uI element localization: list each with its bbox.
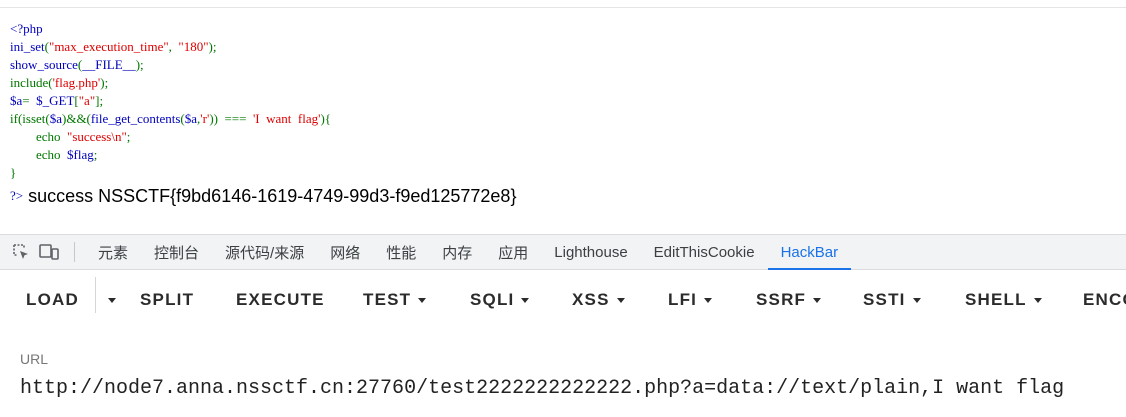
code-token: file_get_contents — [90, 111, 181, 126]
button-label: SHELL — [965, 290, 1027, 309]
hackbar-toolbar: LOAD SPLIT EXECUTE TEST SQLI XSS LFI SSRF SSTI SH… — [0, 269, 1126, 331]
code-token: "a" — [78, 93, 96, 108]
hackbar-enco-button[interactable]: ENCO — [1083, 269, 1126, 331]
code-token: = — [22, 93, 37, 108]
caret-down-icon — [912, 298, 921, 303]
hackbar-execute-button[interactable]: EXECUTE — [236, 269, 325, 331]
button-label: EXECUTE — [236, 290, 325, 309]
hackbar-split-button[interactable]: SPLIT — [140, 269, 194, 331]
caret-down-icon — [521, 298, 530, 303]
caret-down-icon — [1033, 298, 1042, 303]
devtools-tab-hackbar[interactable]: HackBar — [767, 235, 852, 270]
inspect-element-icon[interactable] — [10, 241, 32, 263]
load-divider — [95, 277, 96, 313]
button-label: ENCO — [1083, 290, 1126, 309]
source-line: echo "success\n"; — [10, 128, 331, 146]
url-label: URL — [20, 351, 49, 367]
page-output: ?> success NSSCTF{f9bd6146-1619-4749-99d… — [10, 183, 516, 209]
source-line: include('flag.php'); — [10, 74, 331, 92]
button-label: LFI — [668, 290, 698, 309]
button-label: LOAD — [26, 290, 79, 309]
devtools-tab-内存[interactable]: 内存 — [429, 235, 485, 269]
source-line: <?php — [10, 20, 331, 38]
php-close-tag: ?> — [10, 188, 24, 203]
source-line: show_source(__FILE__); — [10, 56, 331, 74]
output-text: success NSSCTF{f9bd6146-1619-4749-99d3-f… — [23, 185, 517, 206]
code-token: ]; — [95, 93, 104, 108]
code-token: } — [10, 165, 17, 180]
code-token: echo — [10, 147, 68, 162]
code-token: include( — [10, 75, 53, 90]
code-token: )&&( — [62, 111, 91, 126]
code-token: ini_set — [10, 39, 45, 54]
devtools-tab-应用[interactable]: 应用 — [485, 235, 541, 269]
code-token: 'flag.php' — [52, 75, 101, 90]
hackbar-shell-button[interactable]: SHELL — [965, 269, 1042, 331]
code-token: , — [168, 39, 179, 54]
button-label: SPLIT — [140, 290, 195, 309]
code-token: $_GET — [36, 93, 75, 108]
hackbar-ssrf-button[interactable]: SSRF — [756, 269, 822, 331]
button-label: SQLI — [470, 290, 515, 309]
top-divider — [0, 7, 1126, 8]
code-token: ; — [126, 129, 131, 144]
button-label: SSRF — [756, 290, 807, 309]
devtools-tab-bar: 元素 控制台 源代码/来源 网络 性能 内存 应用 Lighthouse EditThisCoo… — [0, 234, 1126, 270]
source-line: ini_set("max_execution_time", "180"); — [10, 38, 331, 56]
hackbar-load-options-button[interactable] — [101, 269, 116, 331]
source-line: if(isset($a)&&(file_get_contents($a,'r')… — [10, 110, 331, 128]
hackbar-sqli-button[interactable]: SQLI — [470, 269, 530, 331]
code-token: 'r' — [200, 111, 210, 126]
code-token: $a — [10, 93, 23, 108]
button-label: TEST — [363, 290, 412, 309]
php-source-code: <?php ini_set("max_execution_time", "180"… — [10, 20, 331, 182]
button-label: SSTI — [863, 290, 906, 309]
code-token: ); — [135, 57, 144, 72]
devtools-tab-网络[interactable]: 网络 — [317, 235, 373, 269]
caret-down-icon — [616, 298, 625, 303]
code-token: ; — [93, 147, 98, 162]
code-token: $flag — [67, 147, 94, 162]
caret-down-icon — [704, 298, 713, 303]
hackbar-lfi-button[interactable]: LFI — [668, 269, 713, 331]
url-input[interactable]: http://node7.anna.nssctf.cn:27760/test22… — [20, 377, 1064, 400]
code-token: echo — [10, 129, 68, 144]
code-token: ); — [208, 39, 217, 54]
code-token: 'I want flag' — [252, 111, 321, 126]
code-token: ){ — [320, 111, 332, 126]
devtools-tab-lighthouse[interactable]: Lighthouse — [541, 235, 640, 269]
button-label: XSS — [572, 290, 610, 309]
devtools-tab-控制台[interactable]: 控制台 — [141, 235, 212, 269]
source-line: } — [10, 164, 331, 182]
source-line: echo $flag; — [10, 146, 331, 164]
code-token: "max_execution_time" — [49, 39, 169, 54]
devtools-tab-元素[interactable]: 元素 — [85, 235, 141, 269]
devtools-tab-性能[interactable]: 性能 — [373, 235, 429, 269]
device-toolbar-icon[interactable] — [38, 241, 60, 263]
toolbar-divider — [74, 242, 75, 262]
hackbar-test-button[interactable]: TEST — [363, 269, 427, 331]
devtools-tab-editthiscookie[interactable]: EditThisCookie — [641, 235, 768, 269]
code-token: ); — [100, 75, 109, 90]
hackbar-xss-button[interactable]: XSS — [572, 269, 625, 331]
caret-down-icon — [108, 298, 116, 303]
code-token: __FILE__ — [82, 57, 136, 72]
caret-down-icon — [813, 298, 822, 303]
code-token: "success\n" — [67, 129, 127, 144]
code-token: "180" — [178, 39, 209, 54]
source-line: $a= $_GET["a"]; — [10, 92, 331, 110]
caret-down-icon — [418, 298, 427, 303]
devtools-tab-源代码/来源[interactable]: 源代码/来源 — [212, 235, 317, 269]
code-token: $a — [49, 111, 62, 126]
code-token: <?php — [10, 21, 43, 36]
code-token: show_source — [10, 57, 78, 72]
code-token: if(isset( — [10, 111, 50, 126]
hackbar-ssti-button[interactable]: SSTI — [863, 269, 921, 331]
code-token: $a — [184, 111, 198, 126]
code-token: )) === — [209, 111, 253, 126]
hackbar-load-button[interactable]: LOAD — [26, 269, 79, 331]
